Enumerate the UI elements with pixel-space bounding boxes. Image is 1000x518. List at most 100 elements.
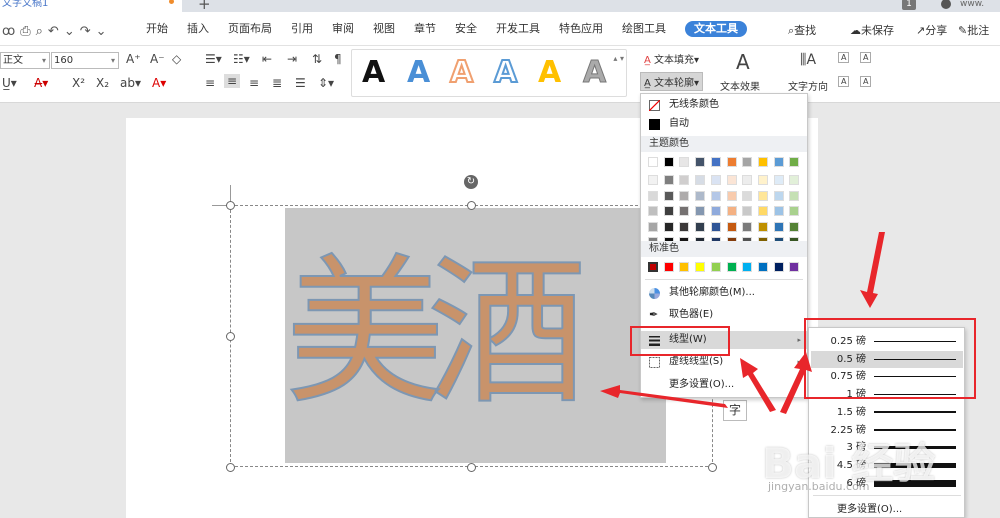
color-swatch[interactable]	[648, 262, 658, 272]
text-effect-button[interactable]: 文本效果	[720, 78, 760, 93]
color-swatch[interactable]	[773, 157, 784, 167]
share-button[interactable]: ↗分享	[916, 22, 947, 38]
color-swatch[interactable]	[679, 206, 690, 216]
color-swatch[interactable]	[726, 262, 737, 272]
menu-item[interactable]: 特色应用	[559, 21, 603, 37]
menu-item[interactable]: 开始	[146, 21, 168, 37]
decrease-indent-icon[interactable]: ⇤	[262, 52, 272, 66]
resize-handle[interactable]	[467, 463, 476, 472]
color-swatch[interactable]	[648, 157, 658, 167]
no-line-color-item[interactable]: 无线条颜色	[641, 96, 807, 114]
color-swatch[interactable]	[773, 221, 784, 232]
wordart-style-option[interactable]: A	[582, 54, 606, 92]
color-swatch[interactable]	[773, 262, 784, 272]
resize-handle[interactable]	[226, 201, 235, 210]
text-direction-icon[interactable]: ⫼A	[800, 52, 816, 68]
color-swatch[interactable]	[757, 262, 768, 272]
menu-item[interactable]: 插入	[187, 21, 209, 37]
menu-item[interactable]: 绘图工具	[622, 21, 666, 37]
color-swatch[interactable]	[648, 190, 658, 201]
color-swatch[interactable]	[773, 206, 784, 216]
color-swatch[interactable]	[663, 175, 674, 185]
color-swatch[interactable]	[726, 206, 737, 216]
text-outline-button[interactable]: A̲ 文本轮廓▾	[640, 72, 704, 91]
subscript-icon[interactable]: X₂	[96, 76, 109, 90]
superscript-icon[interactable]: X²	[72, 76, 85, 90]
text-effect-icon[interactable]: A	[736, 50, 750, 74]
textbox-break-icon[interactable]: A	[838, 76, 850, 87]
text-layout-button[interactable]: 字	[723, 400, 747, 421]
color-swatch[interactable]	[648, 206, 658, 216]
color-swatch[interactable]	[695, 262, 706, 272]
color-swatch[interactable]	[742, 175, 753, 185]
color-swatch[interactable]	[789, 175, 800, 185]
search-button[interactable]: ⌕查找	[788, 22, 816, 38]
color-swatch[interactable]	[789, 262, 800, 272]
numbering-icon[interactable]: ☷▾	[233, 52, 250, 66]
color-swatch[interactable]	[648, 175, 658, 185]
color-swatch[interactable]	[679, 175, 690, 185]
menu-item[interactable]: 页面布局	[228, 21, 272, 37]
shrink-font-icon[interactable]: A⁻	[150, 52, 165, 66]
account-name[interactable]: www.	[960, 0, 984, 10]
color-swatch[interactable]	[710, 262, 721, 272]
resize-handle[interactable]	[708, 463, 717, 472]
menu-item[interactable]: 引用	[291, 21, 313, 37]
color-swatch[interactable]	[726, 190, 737, 201]
color-swatch[interactable]	[710, 157, 721, 167]
wordart-style-option[interactable]: A	[449, 54, 474, 92]
color-swatch[interactable]	[663, 190, 674, 201]
color-swatch[interactable]	[742, 206, 753, 216]
rotate-handle-icon[interactable]: ↻	[464, 175, 478, 189]
avatar[interactable]	[941, 0, 951, 9]
color-swatch[interactable]	[710, 206, 721, 216]
color-swatch[interactable]	[757, 190, 768, 201]
color-swatch[interactable]	[710, 190, 721, 201]
more-outline-colors-item[interactable]: 其他轮廓颜色(M)...	[641, 284, 807, 302]
color-swatch[interactable]	[663, 262, 674, 272]
color-swatch[interactable]	[742, 221, 753, 232]
increase-indent-icon[interactable]: ⇥	[287, 52, 297, 66]
resize-handle[interactable]	[226, 463, 235, 472]
menu-item[interactable]: 视图	[373, 21, 395, 37]
color-swatch[interactable]	[789, 221, 800, 232]
menu-item[interactable]: 开发工具	[496, 21, 540, 37]
color-swatch[interactable]	[757, 157, 768, 167]
color-swatch[interactable]	[773, 190, 784, 201]
menu-item[interactable]: 章节	[414, 21, 436, 37]
bullets-icon[interactable]: ☰▾	[205, 52, 222, 66]
color-swatch[interactable]	[773, 175, 784, 185]
color-swatch[interactable]	[789, 206, 800, 216]
unsaved-button[interactable]: ☁未保存	[850, 22, 894, 38]
color-swatch[interactable]	[695, 157, 706, 167]
color-swatch[interactable]	[757, 175, 768, 185]
gallery-scroll-icon[interactable]: ▴ ▾	[613, 52, 624, 66]
color-swatch[interactable]	[710, 221, 721, 232]
color-swatch[interactable]	[663, 157, 674, 167]
menu-item[interactable]: 文本工具	[685, 21, 747, 37]
color-swatch[interactable]	[695, 206, 706, 216]
comment-button[interactable]: ✎批注	[958, 22, 989, 38]
color-swatch[interactable]	[742, 157, 753, 167]
color-swatch[interactable]	[695, 175, 706, 185]
clear-format-icon[interactable]: ◇	[172, 52, 181, 66]
distribute-icon[interactable]: ☰	[295, 76, 306, 90]
auto-color-item[interactable]: 自动	[641, 115, 807, 133]
textbox-icon[interactable]: A	[838, 52, 850, 63]
color-swatch[interactable]	[679, 262, 690, 272]
wordart-style-option[interactable]: A	[362, 54, 385, 92]
color-swatch[interactable]	[648, 221, 658, 232]
wordart-style-option[interactable]: A	[407, 54, 430, 92]
color-swatch[interactable]	[742, 262, 753, 272]
align-right-icon[interactable]: ≡	[249, 76, 259, 90]
resize-handle[interactable]	[467, 201, 476, 210]
wordart-style-option[interactable]: A	[538, 54, 561, 92]
more-settings-item[interactable]: 更多设置(O)...	[641, 376, 807, 394]
line-spacing-icon[interactable]: ⇕▾	[318, 76, 334, 90]
color-swatch[interactable]	[679, 221, 690, 232]
strikethrough-icon[interactable]: A̶▾	[34, 76, 48, 90]
menu-item[interactable]: 安全	[455, 21, 477, 37]
color-swatch[interactable]	[726, 221, 737, 232]
quick-access-icons[interactable]: ꝏ⎙⌕↶⌄↷⌄	[2, 24, 112, 39]
submenu-more-settings[interactable]: 更多设置(O)...	[837, 500, 902, 515]
